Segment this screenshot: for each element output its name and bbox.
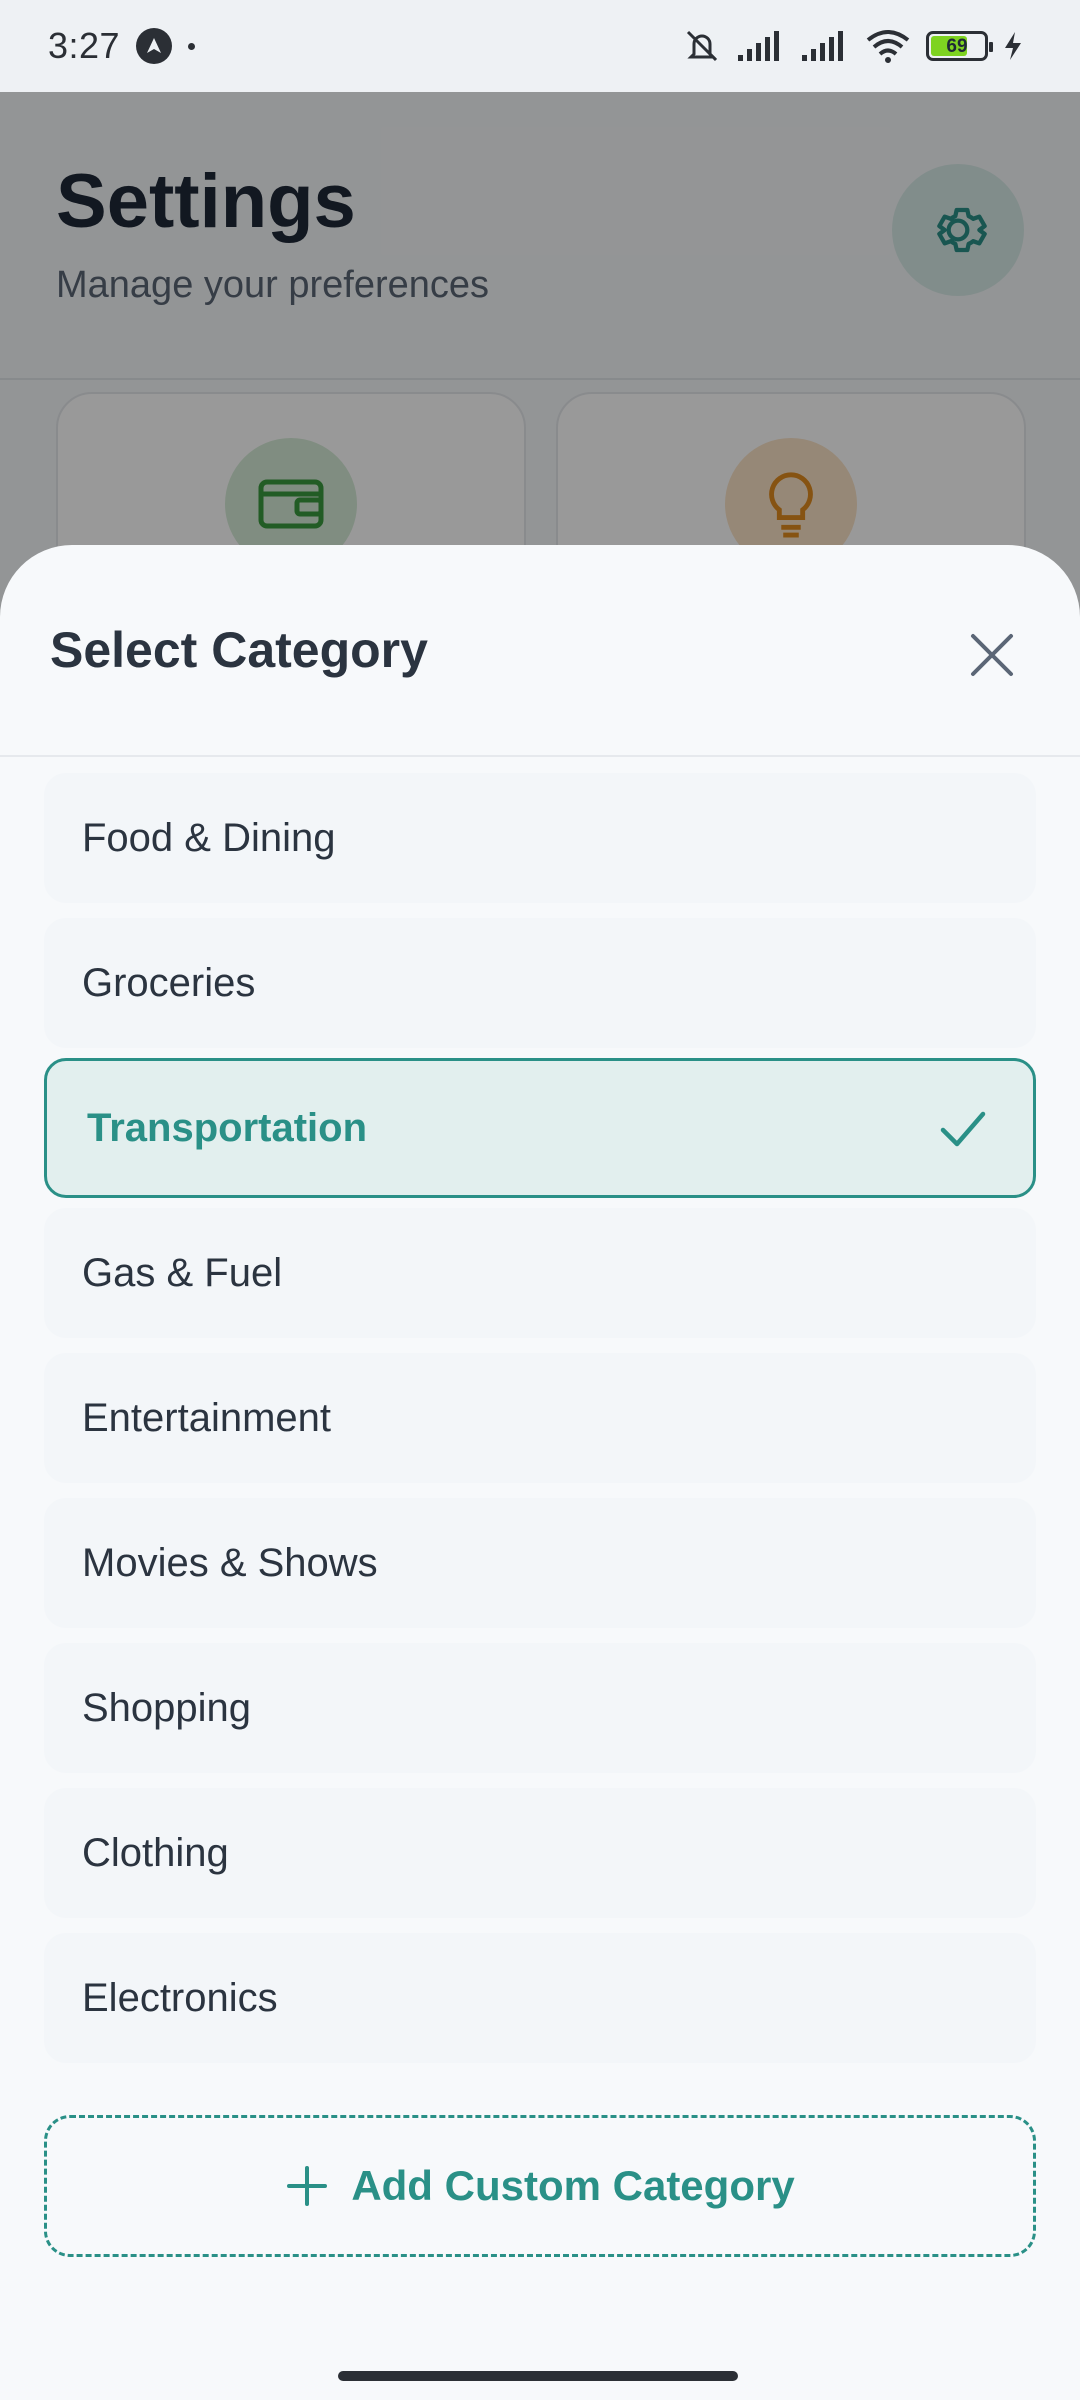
category-item-clothing[interactable]: Clothing [44, 1788, 1036, 1918]
category-label: Entertainment [82, 1395, 332, 1440]
battery-level: 69 [946, 36, 968, 57]
category-label: Transportation [87, 1105, 368, 1150]
signal-icon-2 [802, 31, 843, 61]
category-item-entertainment[interactable]: Entertainment [44, 1353, 1036, 1483]
battery-icon: 69 [926, 31, 993, 61]
category-label: Clothing [82, 1830, 229, 1875]
status-bar: 3:27 69 [0, 0, 1080, 92]
category-list: Food & Dining Groceries Transportation G… [44, 773, 1036, 2078]
category-item-movies-shows[interactable]: Movies & Shows [44, 1498, 1036, 1628]
add-custom-category-label: Add Custom Category [351, 2162, 795, 2209]
add-custom-category-button[interactable]: Add Custom Category [44, 2115, 1036, 2257]
category-label: Food & Dining [82, 815, 336, 860]
category-label: Groceries [82, 960, 256, 1005]
category-item-gas-fuel[interactable]: Gas & Fuel [44, 1208, 1036, 1338]
status-time: 3:27 [48, 25, 121, 66]
sheet-header: Select Category [0, 545, 1080, 757]
category-label: Electronics [82, 1975, 278, 2020]
category-item-transportation[interactable]: Transportation [44, 1058, 1036, 1198]
notification-dot-icon [188, 42, 196, 50]
signal-icon [738, 31, 779, 61]
checkmark-icon [940, 1111, 986, 1147]
close-button[interactable] [954, 617, 1030, 693]
charging-icon [1005, 32, 1021, 60]
sheet-title: Select Category [50, 622, 428, 678]
home-indicator[interactable] [338, 2371, 738, 2381]
category-item-electronics[interactable]: Electronics [44, 1933, 1036, 2063]
category-label: Movies & Shows [82, 1540, 378, 1585]
category-bottom-sheet: Select Category Food & Dining Groceries … [0, 545, 1080, 2400]
navigation-app-icon [136, 28, 173, 64]
category-label: Shopping [82, 1685, 252, 1730]
category-label: Gas & Fuel [82, 1250, 283, 1295]
category-item-food-dining[interactable]: Food & Dining [44, 773, 1036, 903]
category-item-shopping[interactable]: Shopping [44, 1643, 1036, 1773]
bell-muted-icon [686, 30, 718, 62]
plus-icon [287, 2166, 328, 2206]
close-icon [971, 634, 1013, 676]
category-item-groceries[interactable]: Groceries [44, 918, 1036, 1048]
wifi-icon [866, 30, 910, 63]
